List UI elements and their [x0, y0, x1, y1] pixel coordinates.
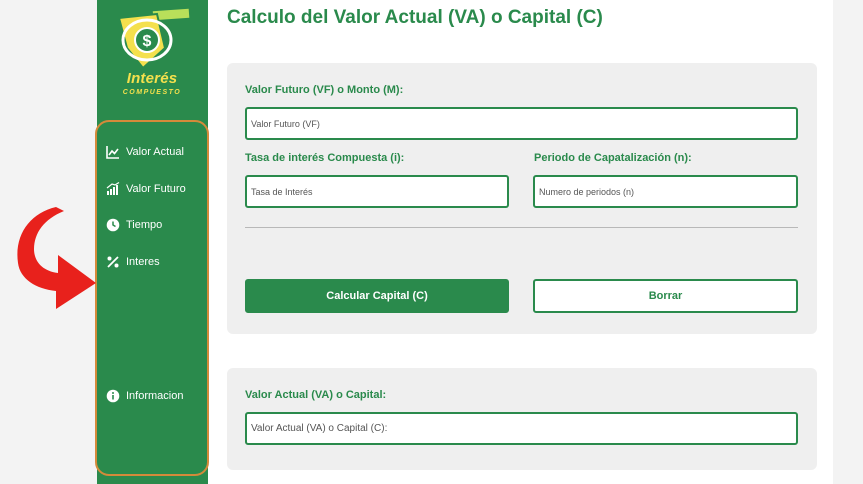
- page-title: Calculo del Valor Actual (VA) o Capital …: [227, 7, 603, 28]
- periods-label: Periodo de Capatalización (n):: [534, 152, 692, 164]
- percent-icon: [107, 256, 119, 268]
- logo-subtitle: COMPUESTO: [122, 89, 182, 96]
- logo-title: Interés: [126, 70, 178, 87]
- sidebar-item-label: Informacion: [126, 390, 184, 402]
- result-label: Valor Actual (VA) o Capital:: [245, 389, 387, 401]
- periods-input[interactable]: [533, 175, 798, 208]
- sidebar-item-informacion[interactable]: Informacion: [106, 386, 183, 406]
- clear-button[interactable]: Borrar: [533, 279, 798, 313]
- sidebar-item-label: Interes: [126, 256, 160, 268]
- red-pointer-arrow-icon: [17, 207, 96, 309]
- growth-chart-icon: [106, 182, 120, 195]
- info-icon: [106, 389, 120, 403]
- sidebar-item-tiempo[interactable]: Tiempo: [106, 215, 162, 235]
- future-value-input[interactable]: [245, 107, 798, 140]
- interest-rate-input[interactable]: [245, 175, 509, 208]
- line-chart-icon: [106, 146, 119, 159]
- sidebar-item-interes[interactable]: Interes: [106, 252, 160, 272]
- svg-text:$: $: [143, 33, 152, 50]
- sidebar-item-label: Tiempo: [126, 219, 163, 231]
- sidebar-item-label: Valor Futuro: [126, 183, 186, 195]
- interest-rate-label: Tasa de interés Compuesta (i):: [245, 152, 405, 164]
- sidebar-item-valor-actual[interactable]: Valor Actual: [106, 142, 184, 162]
- sidebar-item-valor-futuro[interactable]: Valor Futuro: [106, 179, 186, 199]
- clock-icon: [106, 218, 120, 232]
- sidebar-item-label: Valor Actual: [126, 146, 184, 158]
- calculate-capital-button[interactable]: Calcular Capital (C): [245, 279, 509, 313]
- form-divider: [245, 227, 798, 228]
- result-output-field[interactable]: [245, 412, 798, 445]
- future-value-label: Valor Futuro (VF) o Monto (M):: [245, 84, 404, 96]
- sidebar-nav-highlight: [95, 120, 209, 476]
